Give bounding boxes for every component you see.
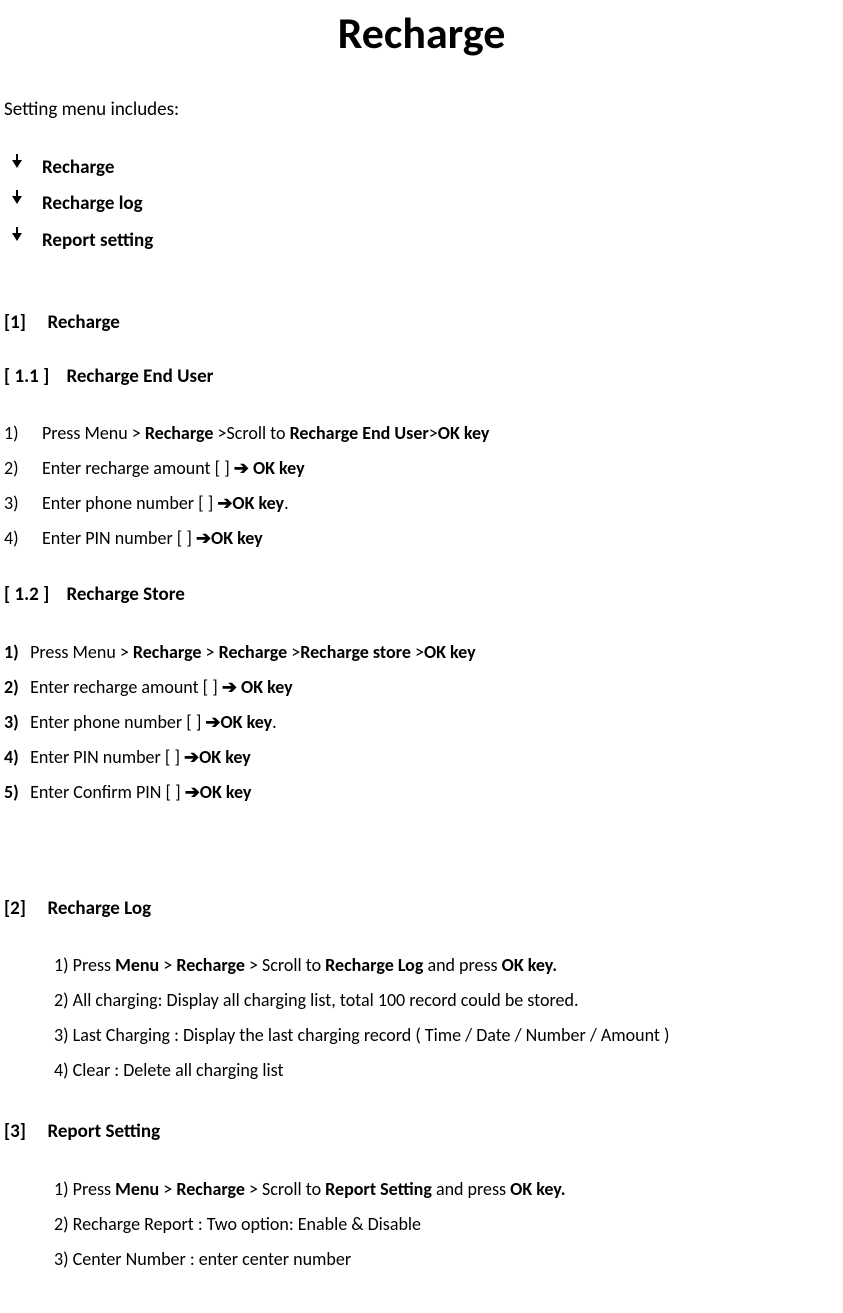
menu-bullet-list: Recharge Recharge log Report setting bbox=[4, 150, 839, 260]
t: and press bbox=[432, 1178, 510, 1200]
step-num: 1) bbox=[4, 639, 26, 666]
t: Enter recharge amount [ ] bbox=[26, 676, 222, 698]
section-1-text: Recharge bbox=[47, 311, 119, 334]
t: OK key. bbox=[502, 954, 557, 976]
t: Enter Confirm PIN [ ] bbox=[26, 781, 185, 803]
t: ➔ OK key bbox=[222, 676, 293, 698]
step-2-2: 2) All charging: Display all charging li… bbox=[54, 983, 839, 1018]
t: > Scroll to bbox=[245, 954, 325, 976]
section-3-header: [3] Report Setting bbox=[4, 1118, 839, 1147]
step-num: 5) bbox=[4, 779, 26, 806]
t: Menu bbox=[115, 1178, 159, 1200]
section-1-1-header: [ 1.1 ] Recharge End User bbox=[4, 363, 839, 392]
step-1-1-2: 2)Enter recharge amount [ ] ➔ OK key bbox=[4, 451, 839, 486]
section-3-text: Report Setting bbox=[47, 1120, 160, 1143]
intro-text: Setting menu includes: bbox=[4, 96, 839, 125]
step-1-2-1: 1) Press Menu > Recharge > Recharge >Rec… bbox=[4, 635, 839, 670]
t: Recharge Log bbox=[325, 954, 423, 976]
t: . bbox=[284, 492, 289, 514]
step-1-2-5: 5) Enter Confirm PIN [ ] ➔OK key bbox=[4, 775, 839, 810]
t: > bbox=[429, 422, 438, 444]
t: Enter PIN number [ ] bbox=[26, 746, 184, 768]
t: ➔OK key bbox=[196, 527, 263, 549]
step-1-1-3: 3)Enter phone number [ ] ➔OK key. bbox=[4, 486, 839, 521]
step-3-2: 2) Recharge Report : Two option: Enable … bbox=[54, 1207, 839, 1242]
t: ➔OK key bbox=[185, 781, 252, 803]
t: > Scroll to bbox=[245, 1178, 325, 1200]
t: Recharge bbox=[176, 1178, 245, 1200]
t: and press bbox=[423, 954, 501, 976]
step-2-4: 4) Clear : Delete all charging list bbox=[54, 1053, 839, 1088]
t: >Scroll to bbox=[213, 422, 289, 444]
t: > bbox=[411, 641, 424, 663]
t: > bbox=[159, 954, 176, 976]
t: > bbox=[159, 1178, 176, 1200]
step-1-1-1: 1)Press Menu > Recharge >Scroll to Recha… bbox=[4, 416, 839, 451]
section-1-header: [1] Recharge bbox=[4, 309, 839, 338]
t: . bbox=[272, 711, 277, 733]
section-1-1-num: [ 1.1 ] bbox=[4, 365, 49, 388]
t: > bbox=[201, 641, 218, 663]
section-1-1-steps: 1)Press Menu > Recharge >Scroll to Recha… bbox=[4, 416, 839, 556]
step-3-1: 1) Press Menu > Recharge > Scroll to Rep… bbox=[54, 1172, 839, 1207]
step-3-3: 3) Center Number : enter center number bbox=[54, 1242, 839, 1277]
t: Menu bbox=[115, 954, 159, 976]
section-2-header: [2] Recharge Log bbox=[4, 895, 839, 924]
section-2-text: Recharge Log bbox=[47, 897, 151, 920]
t: ➔OK key bbox=[205, 711, 272, 733]
section-1-2-text: Recharge Store bbox=[66, 583, 184, 606]
t: Recharge bbox=[133, 641, 202, 663]
section-1-2-header: [ 1.2 ] Recharge Store bbox=[4, 581, 839, 610]
t: Enter phone number [ ] bbox=[42, 492, 217, 514]
page-title: Recharge bbox=[4, 0, 839, 66]
t: ➔OK key bbox=[217, 492, 284, 514]
step-num: 4) bbox=[4, 744, 26, 771]
t: Enter PIN number [ ] bbox=[42, 527, 196, 549]
t: ➔ OK key bbox=[234, 457, 305, 479]
step-1-2-2: 2) Enter recharge amount [ ] ➔ OK key bbox=[4, 670, 839, 705]
t: OK key. bbox=[510, 1178, 565, 1200]
t: Enter recharge amount [ ] bbox=[42, 457, 234, 479]
t: Press Menu > bbox=[42, 422, 145, 444]
section-3-steps: 1) Press Menu > Recharge > Scroll to Rep… bbox=[54, 1172, 839, 1277]
bullet-report-setting: Report setting bbox=[4, 223, 839, 260]
section-1-num: [1] bbox=[4, 311, 26, 334]
t: OK key bbox=[424, 641, 476, 663]
step-num: 3) bbox=[4, 490, 42, 517]
t: Recharge bbox=[145, 422, 214, 444]
section-2-num: [2] bbox=[4, 897, 26, 920]
step-num: 3) bbox=[4, 709, 26, 736]
step-2-3: 3) Last Charging : Display the last char… bbox=[54, 1018, 839, 1053]
t: Recharge End User bbox=[290, 422, 429, 444]
t: Recharge bbox=[219, 641, 288, 663]
step-num: 2) bbox=[4, 674, 26, 701]
step-num: 4) bbox=[4, 525, 42, 552]
t: > bbox=[287, 641, 300, 663]
section-3-num: [3] bbox=[4, 1120, 26, 1143]
section-1-2-num: [ 1.2 ] bbox=[4, 583, 49, 606]
t: OK key bbox=[438, 422, 490, 444]
t: ➔OK key bbox=[184, 746, 251, 768]
t: Recharge bbox=[176, 954, 245, 976]
t: Recharge store bbox=[300, 641, 411, 663]
step-num: 2) bbox=[4, 455, 42, 482]
t: 1) Press bbox=[54, 1178, 115, 1200]
t: Report Setting bbox=[325, 1178, 432, 1200]
t: Press Menu > bbox=[26, 641, 133, 663]
section-1-1-text: Recharge End User bbox=[66, 365, 213, 388]
t: 1) Press bbox=[54, 954, 115, 976]
section-1-2-steps: 1) Press Menu > Recharge > Recharge >Rec… bbox=[4, 635, 839, 810]
bullet-recharge: Recharge bbox=[4, 150, 839, 187]
step-num: 1) bbox=[4, 420, 42, 447]
step-1-1-4: 4)Enter PIN number [ ] ➔OK key bbox=[4, 521, 839, 556]
step-1-2-3: 3) Enter phone number [ ] ➔OK key. bbox=[4, 705, 839, 740]
bullet-recharge-log: Recharge log bbox=[4, 186, 839, 223]
step-2-1: 1) Press Menu > Recharge > Scroll to Rec… bbox=[54, 948, 839, 983]
section-2-steps: 1) Press Menu > Recharge > Scroll to Rec… bbox=[54, 948, 839, 1088]
t: Enter phone number [ ] bbox=[26, 711, 205, 733]
step-1-2-4: 4) Enter PIN number [ ] ➔OK key bbox=[4, 740, 839, 775]
